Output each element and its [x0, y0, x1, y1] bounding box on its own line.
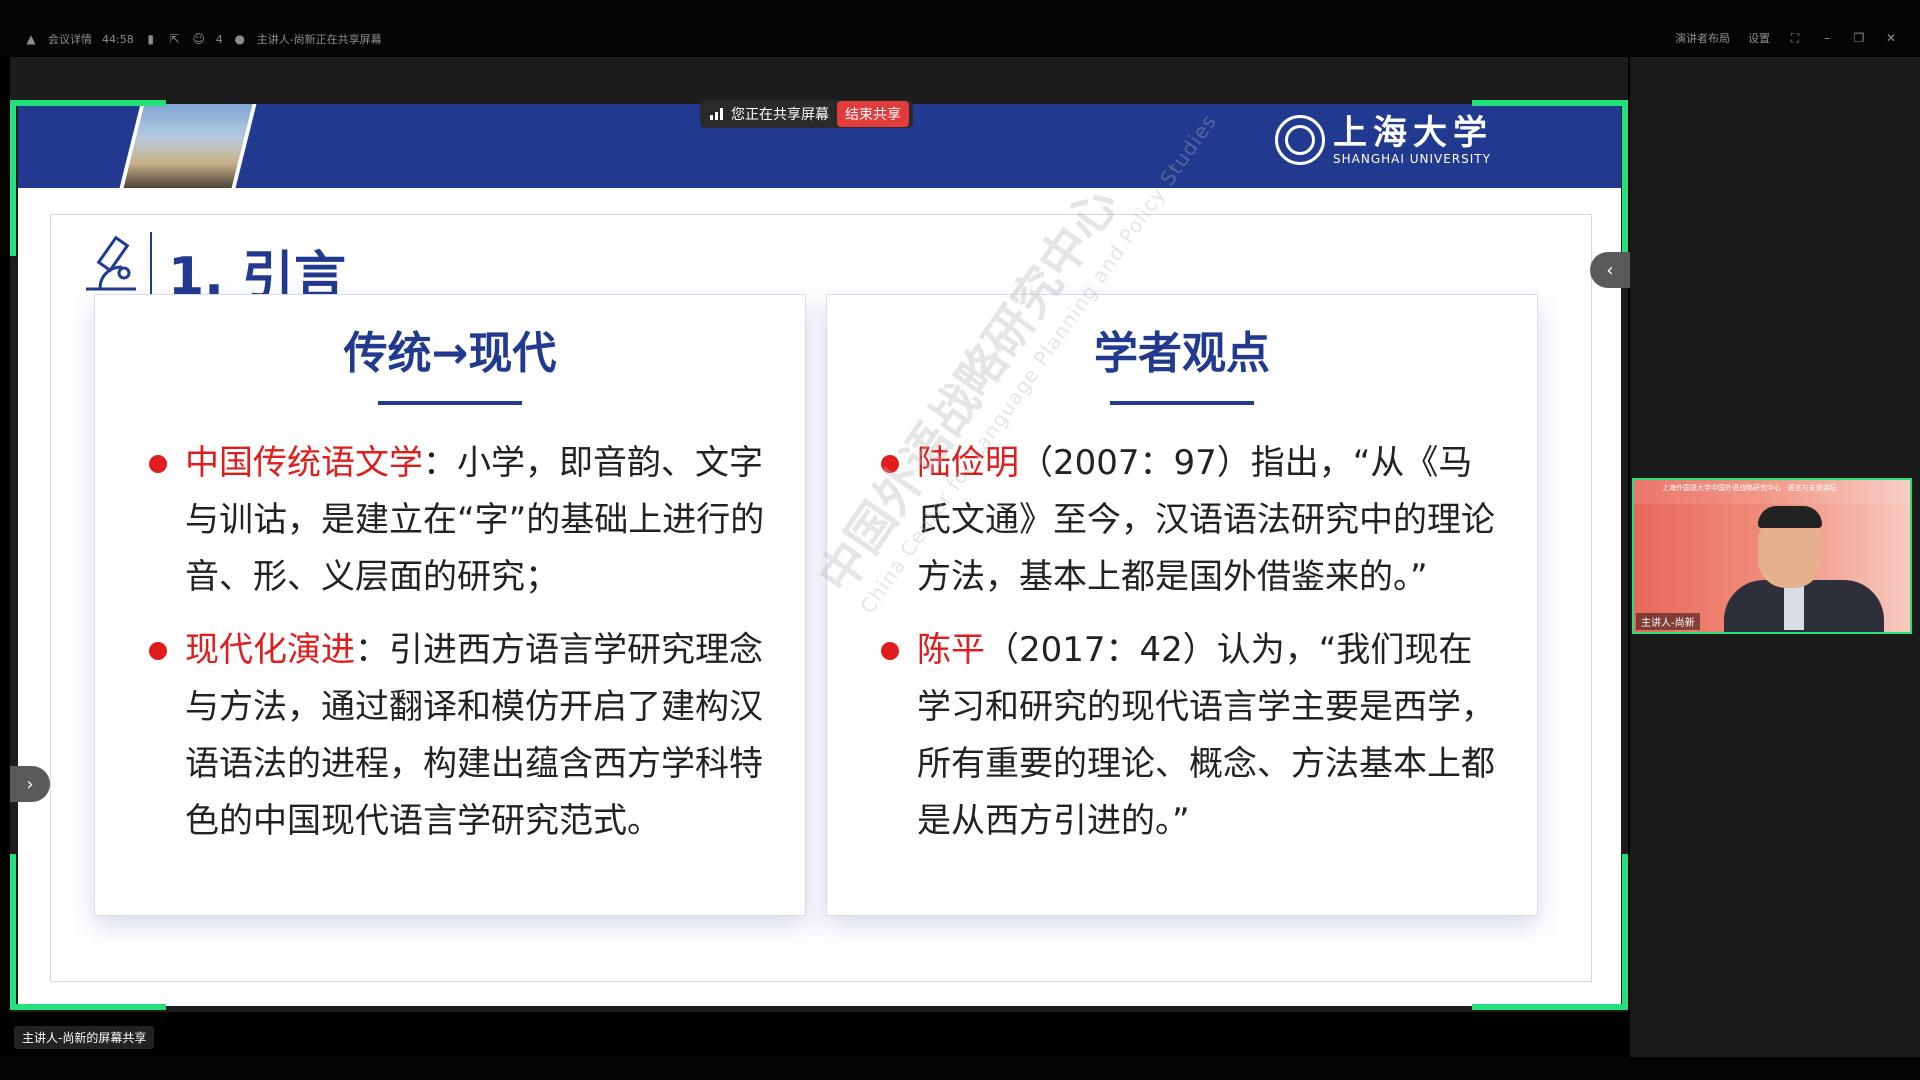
sharing-indicator: 您正在共享屏幕 结束共享: [700, 100, 913, 128]
meeting-info-button[interactable]: 会议详情: [48, 31, 92, 47]
signal-bars-icon: [710, 108, 723, 120]
close-icon[interactable]: ✕: [1884, 31, 1898, 45]
share-frame: [10, 100, 1628, 1010]
presenter-video[interactable]: 上海外国语大学中国外语战略研究中心 · 语言与未来讲坛 主讲人-尚新: [1632, 478, 1912, 634]
fullscreen-icon[interactable]: ⛶: [1788, 31, 1802, 45]
participants-count: 4: [215, 32, 223, 46]
presenter-icon: ●: [234, 32, 245, 46]
minimize-icon[interactable]: –: [1820, 31, 1834, 45]
chevron-right-icon: ›: [26, 773, 34, 795]
layout-dropdown[interactable]: 演讲者布局: [1675, 30, 1730, 46]
sharing-status-text: 主讲人-尚新正在共享屏幕: [256, 33, 382, 46]
external-link-icon[interactable]: ⇱: [168, 32, 182, 46]
participants-icon[interactable]: ☺: [192, 32, 206, 46]
presenter-hair: [1758, 506, 1822, 528]
meeting-toolbar: ▲ 会议详情 44:58 ▮ ⇱ ☺ 4 ● 主讲人-尚新正在共享屏幕 演讲者布…: [0, 0, 1920, 56]
meeting-timer: 44:58: [102, 32, 134, 46]
meeting-logo-icon: ▲: [26, 32, 36, 46]
presenter-body: [1724, 580, 1884, 632]
video-banner-text: 上海外国语大学中国外语战略研究中心 · 语言与未来讲坛: [1634, 480, 1910, 504]
toolbar-left-group: ▲ 会议详情 44:58 ▮ ⇱ ☺ 4 ● 主讲人-尚新正在共享屏幕: [24, 31, 382, 47]
toolbar-right-group: 演讲者布局 设置 ⛶ – ❐ ✕: [1675, 30, 1898, 46]
sharing-status: 您正在共享屏幕: [731, 107, 829, 123]
frame-corner: [1472, 854, 1628, 1010]
expand-panel-button[interactable]: ›: [10, 766, 50, 802]
frame-corner: [10, 854, 166, 1010]
screen-share-label: 主讲人-尚新的屏幕共享: [14, 1026, 155, 1049]
chevron-left-icon: ‹: [1606, 259, 1614, 281]
bottom-bar: [0, 1057, 1920, 1080]
restore-icon[interactable]: ❐: [1852, 31, 1866, 45]
signal-icon[interactable]: ▮: [144, 32, 158, 46]
settings-button[interactable]: 设置: [1748, 30, 1770, 46]
frame-corner: [1472, 100, 1628, 256]
collapse-panel-button[interactable]: ‹: [1590, 252, 1630, 288]
frame-corner: [10, 100, 166, 256]
stop-sharing-button[interactable]: 结束共享: [837, 101, 909, 127]
video-name-label: 主讲人-尚新: [1636, 613, 1700, 630]
